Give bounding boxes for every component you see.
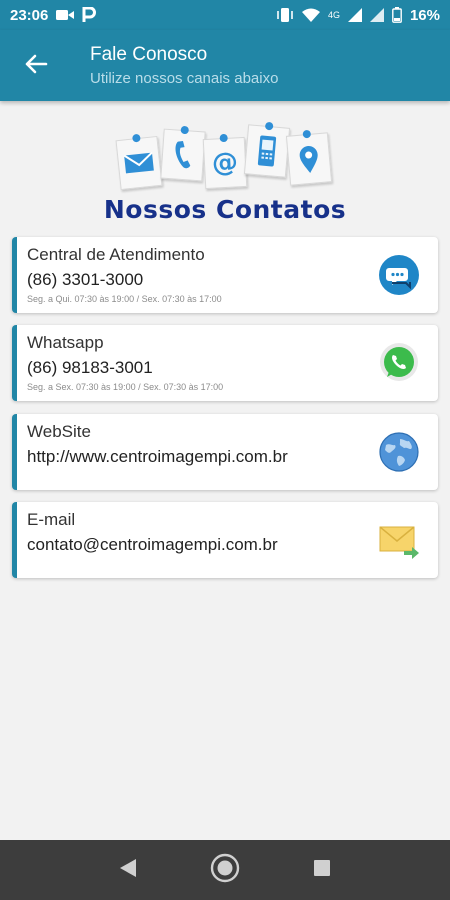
status-right: 4G 16%	[276, 7, 440, 24]
back-button[interactable]	[16, 48, 56, 84]
contacts-header-art: @ Nossos Contatos	[0, 120, 450, 230]
mobile-note-icon	[243, 121, 291, 178]
status-bar: 23:06 4G 16%	[0, 0, 450, 30]
contact-title: Central de Atendimento	[27, 245, 205, 264]
location-pin-note-icon	[285, 129, 333, 186]
app-bar: Fale Conosco Utilize nossos canais abaix…	[0, 30, 450, 101]
contact-phone: (86) 3301-3000	[27, 270, 144, 289]
system-nav-bar	[0, 840, 450, 900]
contact-card-email[interactable]: E-mail contato@centroimagempi.com.br	[12, 502, 438, 578]
page-title: Fale Conosco	[90, 44, 208, 65]
globe-icon[interactable]	[378, 431, 420, 473]
nav-back-button[interactable]	[106, 848, 150, 892]
vibrate-icon	[276, 7, 294, 23]
page-subtitle: Utilize nossos canais abaixo	[90, 70, 279, 87]
email-send-icon[interactable]	[378, 519, 420, 561]
phone-note-icon	[160, 125, 206, 182]
nav-recents-button[interactable]	[300, 848, 344, 892]
brand-title: Nossos Contatos	[103, 195, 347, 224]
battery-icon	[392, 7, 402, 23]
status-time: 23:06	[10, 6, 49, 24]
contact-title: E-mail	[27, 510, 76, 529]
contact-card-whatsapp[interactable]: Whatsapp (86) 98183-3001 Seg. a Sex. 07:…	[12, 325, 438, 401]
parking-icon	[82, 7, 97, 23]
network-type: 4G	[327, 10, 340, 20]
whatsapp-icon[interactable]	[378, 342, 420, 384]
contact-email: contato@centroimagempi.com.br	[27, 535, 278, 554]
video-camera-icon	[56, 9, 75, 21]
contact-hours: Seg. a Sex. 07:30 às 19:00 / Sex. 07:30 …	[27, 382, 224, 392]
envelope-note-icon	[115, 133, 163, 191]
contact-url: http://www.centroimagempi.com.br	[27, 447, 288, 466]
contact-phone: (86) 98183-3001	[27, 358, 153, 377]
nav-home-button[interactable]	[203, 848, 247, 892]
triangle-back-icon	[119, 858, 137, 883]
square-recents-icon	[313, 859, 331, 882]
status-left: 23:06	[10, 6, 97, 24]
contact-card-website[interactable]: WebSite http://www.centroimagempi.com.br	[12, 414, 438, 490]
chat-bubble-icon[interactable]	[378, 254, 420, 296]
signal-icon-2	[369, 8, 384, 22]
battery-level: 16%	[409, 6, 440, 24]
contact-card-central[interactable]: Central de Atendimento (86) 3301-3000 Se…	[12, 237, 438, 313]
contact-title: WebSite	[27, 422, 91, 441]
wifi-icon	[301, 8, 320, 22]
arrow-left-icon	[24, 54, 48, 79]
at-sign-note-icon: @	[202, 133, 248, 190]
svg-text:@: @	[211, 147, 239, 178]
signal-icon	[347, 8, 362, 22]
contact-hours: Seg. a Qui. 07:30 às 19:00 / Sex. 07:30 …	[27, 294, 222, 304]
contact-notes-illustration: @	[115, 121, 338, 194]
circle-home-icon	[210, 853, 240, 888]
contact-title: Whatsapp	[27, 333, 104, 352]
